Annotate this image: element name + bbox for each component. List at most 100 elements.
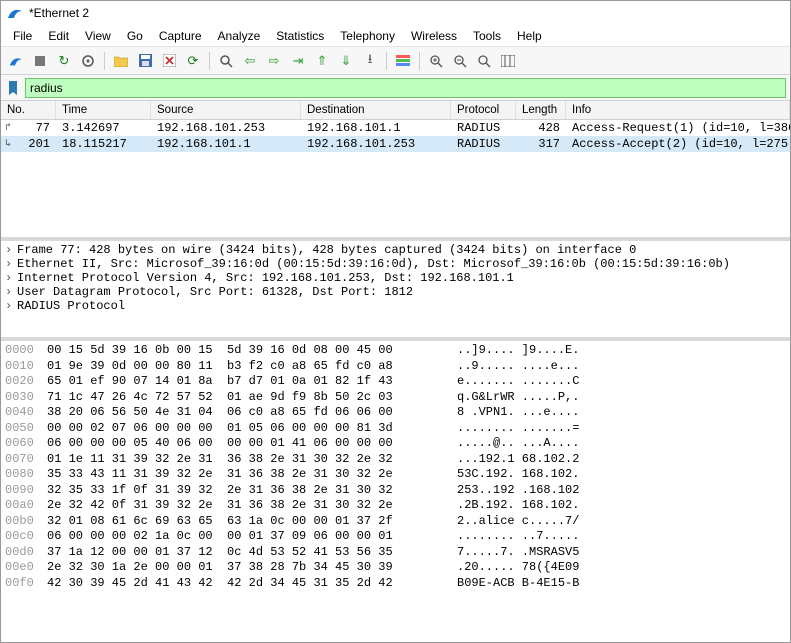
hex-row[interactable]: 00d037 1a 12 00 00 01 37 12 0c 4d 53 52 … bbox=[5, 545, 786, 561]
save-file-button[interactable] bbox=[134, 50, 156, 72]
find-packet-button[interactable] bbox=[215, 50, 237, 72]
menu-wireless[interactable]: Wireless bbox=[403, 27, 465, 45]
hex-row[interactable]: 001001 9e 39 0d 00 00 80 11 b3 f2 c0 a8 … bbox=[5, 359, 786, 375]
expand-icon[interactable]: › bbox=[5, 285, 17, 299]
hex-offset: 00d0 bbox=[5, 545, 47, 561]
detail-text: Ethernet II, Src: Microsof_39:16:0d (00:… bbox=[17, 257, 730, 271]
go-to-packet-button[interactable]: ⇥ bbox=[287, 50, 309, 72]
hex-bytes: 38 20 06 56 50 4e 31 04 06 c0 a8 65 fd 0… bbox=[47, 405, 457, 421]
stop-capture-button[interactable] bbox=[29, 50, 51, 72]
expand-icon[interactable]: › bbox=[5, 243, 17, 257]
close-file-button[interactable] bbox=[158, 50, 180, 72]
menu-go[interactable]: Go bbox=[119, 27, 151, 45]
detail-tree-item[interactable]: ›RADIUS Protocol bbox=[5, 299, 786, 313]
menu-view[interactable]: View bbox=[77, 27, 119, 45]
menu-capture[interactable]: Capture bbox=[151, 27, 210, 45]
restart-capture-button[interactable]: ↻ bbox=[53, 50, 75, 72]
detail-tree-item[interactable]: ›Internet Protocol Version 4, Src: 192.1… bbox=[5, 271, 786, 285]
packet-row[interactable]: ↱773.142697192.168.101.253192.168.101.1R… bbox=[1, 120, 790, 136]
hex-row[interactable]: 00a02e 32 42 0f 31 39 32 2e 31 36 38 2e … bbox=[5, 498, 786, 514]
open-file-button[interactable] bbox=[110, 50, 132, 72]
menu-telephony[interactable]: Telephony bbox=[332, 27, 403, 45]
col-header-no[interactable]: No. bbox=[1, 101, 56, 119]
toolbar-separator bbox=[104, 52, 105, 70]
start-capture-button[interactable] bbox=[5, 50, 27, 72]
hex-offset: 0040 bbox=[5, 405, 47, 421]
hex-bytes: 00 00 02 07 06 00 00 00 01 05 06 00 00 0… bbox=[47, 421, 457, 437]
zoom-out-button[interactable] bbox=[449, 50, 471, 72]
packet-details-pane[interactable]: ›Frame 77: 428 bytes on wire (3424 bits)… bbox=[1, 241, 790, 341]
auto-scroll-button[interactable]: ⭳ bbox=[359, 50, 381, 72]
menu-edit[interactable]: Edit bbox=[40, 27, 77, 45]
hex-row[interactable]: 005000 00 02 07 06 00 00 00 01 05 06 00 … bbox=[5, 421, 786, 437]
hex-ascii: ..9..... ....e... bbox=[457, 359, 579, 375]
toolbar: ↻ ⟳ ⇦ ⇨ ⇥ ⇑ ⇓ ⭳ bbox=[1, 47, 790, 75]
hex-row[interactable]: 004038 20 06 56 50 4e 31 04 06 c0 a8 65 … bbox=[5, 405, 786, 421]
hex-offset: 00b0 bbox=[5, 514, 47, 530]
hex-row[interactable]: 008035 33 43 11 31 39 32 2e 31 36 38 2e … bbox=[5, 467, 786, 483]
display-filter-input[interactable] bbox=[25, 78, 786, 98]
hex-offset: 0090 bbox=[5, 483, 47, 499]
cell-destination: 192.168.101.1 bbox=[301, 120, 451, 136]
cell-info: Access-Accept(2) (id=10, l=275) bbox=[566, 136, 790, 152]
col-header-time[interactable]: Time bbox=[56, 101, 151, 119]
hex-row[interactable]: 000000 15 5d 39 16 0b 00 15 5d 39 16 0d … bbox=[5, 343, 786, 359]
hex-ascii: .2B.192. 168.102. bbox=[457, 498, 579, 514]
cell-time: 3.142697 bbox=[56, 120, 151, 136]
window-title: *Ethernet 2 bbox=[29, 6, 89, 20]
packet-row[interactable]: ↳20118.115217192.168.101.1192.168.101.25… bbox=[1, 136, 790, 152]
expand-icon[interactable]: › bbox=[5, 271, 17, 285]
hex-ascii: ..]9.... ]9....E. bbox=[457, 343, 579, 359]
hex-offset: 0070 bbox=[5, 452, 47, 468]
hex-offset: 0020 bbox=[5, 374, 47, 390]
packet-list-pane[interactable]: No. Time Source Destination Protocol Len… bbox=[1, 101, 790, 241]
cell-protocol: RADIUS bbox=[451, 120, 516, 136]
go-first-button[interactable]: ⇑ bbox=[311, 50, 333, 72]
hex-ascii: 253..192 .168.102 bbox=[457, 483, 579, 499]
hex-ascii: ........ ..7..... bbox=[457, 529, 579, 545]
resize-columns-button[interactable] bbox=[497, 50, 519, 72]
colorize-button[interactable] bbox=[392, 50, 414, 72]
col-header-protocol[interactable]: Protocol bbox=[451, 101, 516, 119]
col-header-source[interactable]: Source bbox=[151, 101, 301, 119]
zoom-reset-button[interactable] bbox=[473, 50, 495, 72]
cell-protocol: RADIUS bbox=[451, 136, 516, 152]
hex-ascii: 53C.192. 168.102. bbox=[457, 467, 579, 483]
hex-bytes: 35 33 43 11 31 39 32 2e 31 36 38 2e 31 3… bbox=[47, 467, 457, 483]
expand-icon[interactable]: › bbox=[5, 299, 17, 313]
expand-icon[interactable]: › bbox=[5, 257, 17, 271]
bookmark-icon[interactable] bbox=[5, 80, 21, 96]
menu-file[interactable]: File bbox=[5, 27, 40, 45]
hex-row[interactable]: 009032 35 33 1f 0f 31 39 32 2e 31 36 38 … bbox=[5, 483, 786, 499]
reload-button[interactable]: ⟳ bbox=[182, 50, 204, 72]
go-forward-button[interactable]: ⇨ bbox=[263, 50, 285, 72]
col-header-length[interactable]: Length bbox=[516, 101, 566, 119]
filter-bar bbox=[1, 75, 790, 101]
hex-row[interactable]: 007001 1e 11 31 39 32 2e 31 36 38 2e 31 … bbox=[5, 452, 786, 468]
menu-tools[interactable]: Tools bbox=[465, 27, 509, 45]
hex-row[interactable]: 003071 1c 47 26 4c 72 57 52 01 ae 9d f9 … bbox=[5, 390, 786, 406]
go-back-button[interactable]: ⇦ bbox=[239, 50, 261, 72]
hex-row[interactable]: 00b032 01 08 61 6c 69 63 65 63 1a 0c 00 … bbox=[5, 514, 786, 530]
hex-row[interactable]: 00f042 30 39 45 2d 41 43 42 42 2d 34 45 … bbox=[5, 576, 786, 592]
hex-offset: 0030 bbox=[5, 390, 47, 406]
col-header-destination[interactable]: Destination bbox=[301, 101, 451, 119]
menu-statistics[interactable]: Statistics bbox=[268, 27, 332, 45]
menu-help[interactable]: Help bbox=[509, 27, 550, 45]
detail-tree-item[interactable]: ›Ethernet II, Src: Microsof_39:16:0d (00… bbox=[5, 257, 786, 271]
capture-options-button[interactable] bbox=[77, 50, 99, 72]
hex-ascii: 2..alice c.....7/ bbox=[457, 514, 579, 530]
zoom-in-button[interactable] bbox=[425, 50, 447, 72]
hex-row[interactable]: 00e02e 32 30 1a 2e 00 00 01 37 38 28 7b … bbox=[5, 560, 786, 576]
col-header-info[interactable]: Info bbox=[566, 101, 790, 119]
packet-bytes-pane[interactable]: 000000 15 5d 39 16 0b 00 15 5d 39 16 0d … bbox=[1, 341, 790, 642]
detail-tree-item[interactable]: ›User Datagram Protocol, Src Port: 61328… bbox=[5, 285, 786, 299]
hex-row[interactable]: 00c006 00 00 00 02 1a 0c 00 00 01 37 09 … bbox=[5, 529, 786, 545]
go-last-button[interactable]: ⇓ bbox=[335, 50, 357, 72]
hex-row[interactable]: 006006 00 00 00 05 40 06 00 00 00 01 41 … bbox=[5, 436, 786, 452]
menu-analyze[interactable]: Analyze bbox=[210, 27, 269, 45]
titlebar: *Ethernet 2 bbox=[1, 1, 790, 25]
hex-row[interactable]: 002065 01 ef 90 07 14 01 8a b7 d7 01 0a … bbox=[5, 374, 786, 390]
detail-tree-item[interactable]: ›Frame 77: 428 bytes on wire (3424 bits)… bbox=[5, 243, 786, 257]
cell-destination: 192.168.101.253 bbox=[301, 136, 451, 152]
